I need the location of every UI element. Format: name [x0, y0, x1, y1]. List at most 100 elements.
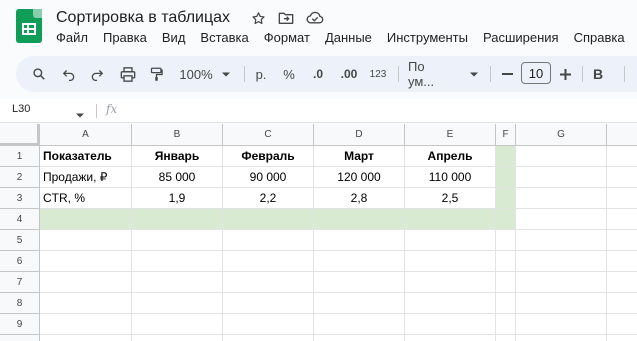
- menu-data[interactable]: Данные: [325, 30, 372, 48]
- cell-a5[interactable]: [40, 230, 132, 251]
- cell-h6[interactable]: [607, 251, 637, 272]
- column-header-g[interactable]: G: [516, 124, 607, 146]
- cell-h2[interactable]: [607, 167, 637, 188]
- cell-e2[interactable]: 110 000: [405, 167, 496, 188]
- cell-g7[interactable]: [516, 272, 607, 293]
- cell-g8[interactable]: [516, 293, 607, 314]
- menu-extensions[interactable]: Расширения: [483, 30, 559, 48]
- menu-tools[interactable]: Инструменты: [387, 30, 468, 48]
- row-header-2[interactable]: 2: [0, 167, 40, 188]
- decrease-decimals-button[interactable]: .0: [306, 56, 330, 92]
- name-box-dropdown-icon[interactable]: [76, 105, 84, 123]
- menu-insert[interactable]: Вставка: [200, 30, 248, 48]
- cell-d3[interactable]: 2,8: [314, 188, 405, 209]
- cell-h8[interactable]: [607, 293, 637, 314]
- cell-b8[interactable]: [132, 293, 223, 314]
- menu-file[interactable]: Файл: [56, 30, 88, 48]
- cell-f10[interactable]: [496, 335, 516, 341]
- cell-a9[interactable]: [40, 314, 132, 335]
- row-header-10[interactable]: 10: [0, 335, 40, 341]
- cell-h9[interactable]: [607, 314, 637, 335]
- cell-h1[interactable]: [607, 146, 637, 167]
- row-header-4[interactable]: 4: [0, 209, 40, 230]
- increase-decimals-button[interactable]: .00: [336, 56, 362, 92]
- cell-a10[interactable]: [40, 335, 132, 341]
- menu-help[interactable]: Справка: [574, 30, 625, 48]
- column-header-e[interactable]: E: [405, 124, 496, 146]
- row-header-3[interactable]: 3: [0, 188, 40, 209]
- star-icon[interactable]: [249, 9, 267, 27]
- sheets-logo-icon[interactable]: [16, 9, 42, 43]
- select-all-corner[interactable]: [0, 124, 40, 146]
- cell-d5[interactable]: [314, 230, 405, 251]
- cell-d7[interactable]: [314, 272, 405, 293]
- bold-button[interactable]: B: [590, 56, 606, 92]
- zoom-dropdown-icon[interactable]: [218, 56, 234, 92]
- column-header-c[interactable]: C: [223, 124, 314, 146]
- cell-c10[interactable]: [223, 335, 314, 341]
- cell-b2[interactable]: 85 000: [132, 167, 223, 188]
- cell-c6[interactable]: [223, 251, 314, 272]
- paint-format-icon[interactable]: [144, 56, 168, 92]
- cell-f9[interactable]: [496, 314, 516, 335]
- cell-g6[interactable]: [516, 251, 607, 272]
- cell-g2[interactable]: [516, 167, 607, 188]
- cell-h7[interactable]: [607, 272, 637, 293]
- menu-view[interactable]: Вид: [162, 30, 186, 48]
- cell-b7[interactable]: [132, 272, 223, 293]
- cell-h3[interactable]: [607, 188, 637, 209]
- cell-g9[interactable]: [516, 314, 607, 335]
- cell-c4[interactable]: [223, 209, 314, 230]
- cell-c7[interactable]: [223, 272, 314, 293]
- cell-f5[interactable]: [496, 230, 516, 251]
- cell-e1[interactable]: Апрель: [405, 146, 496, 167]
- column-header-h[interactable]: [607, 124, 637, 146]
- cell-g5[interactable]: [516, 230, 607, 251]
- cell-d10[interactable]: [314, 335, 405, 341]
- cell-a2[interactable]: Продажи, ₽: [40, 167, 132, 188]
- cell-c8[interactable]: [223, 293, 314, 314]
- move-folder-icon[interactable]: [277, 9, 295, 27]
- cell-d6[interactable]: [314, 251, 405, 272]
- font-size-input[interactable]: 10: [521, 62, 551, 84]
- cell-a4[interactable]: [40, 209, 132, 230]
- cell-c3[interactable]: 2,2: [223, 188, 314, 209]
- column-header-f[interactable]: F: [496, 124, 516, 146]
- cell-f1[interactable]: [496, 146, 516, 167]
- increase-font-size-icon[interactable]: [556, 56, 574, 92]
- cell-e7[interactable]: [405, 272, 496, 293]
- document-title[interactable]: Сортировка в таблицах: [56, 9, 230, 27]
- cell-c1[interactable]: Февраль: [223, 146, 314, 167]
- print-icon[interactable]: [116, 56, 140, 92]
- currency-format-button[interactable]: р.: [252, 56, 270, 92]
- cell-d4[interactable]: [314, 209, 405, 230]
- font-family-select[interactable]: По ум...: [408, 56, 454, 92]
- cell-g4[interactable]: [516, 209, 607, 230]
- cell-e8[interactable]: [405, 293, 496, 314]
- cell-d2[interactable]: 120 000: [314, 167, 405, 188]
- cell-e6[interactable]: [405, 251, 496, 272]
- cell-c2[interactable]: 90 000: [223, 167, 314, 188]
- row-header-1[interactable]: 1: [0, 146, 40, 167]
- cell-e4[interactable]: [405, 209, 496, 230]
- cell-b1[interactable]: Январь: [132, 146, 223, 167]
- menu-edit[interactable]: Правка: [103, 30, 147, 48]
- cell-f6[interactable]: [496, 251, 516, 272]
- cell-a8[interactable]: [40, 293, 132, 314]
- cell-g10[interactable]: [516, 335, 607, 341]
- font-dropdown-icon[interactable]: [466, 56, 482, 92]
- cell-a1[interactable]: Показатель: [40, 146, 132, 167]
- row-header-8[interactable]: 8: [0, 293, 40, 314]
- cell-b10[interactable]: [132, 335, 223, 341]
- cell-b6[interactable]: [132, 251, 223, 272]
- decrease-font-size-icon[interactable]: [498, 56, 516, 92]
- cloud-saved-icon[interactable]: [306, 9, 324, 27]
- cell-f3[interactable]: [496, 188, 516, 209]
- cell-f7[interactable]: [496, 272, 516, 293]
- cell-e10[interactable]: [405, 335, 496, 341]
- cell-f4[interactable]: [496, 209, 516, 230]
- cell-e5[interactable]: [405, 230, 496, 251]
- undo-icon[interactable]: [58, 56, 80, 92]
- cell-b9[interactable]: [132, 314, 223, 335]
- cell-a6[interactable]: [40, 251, 132, 272]
